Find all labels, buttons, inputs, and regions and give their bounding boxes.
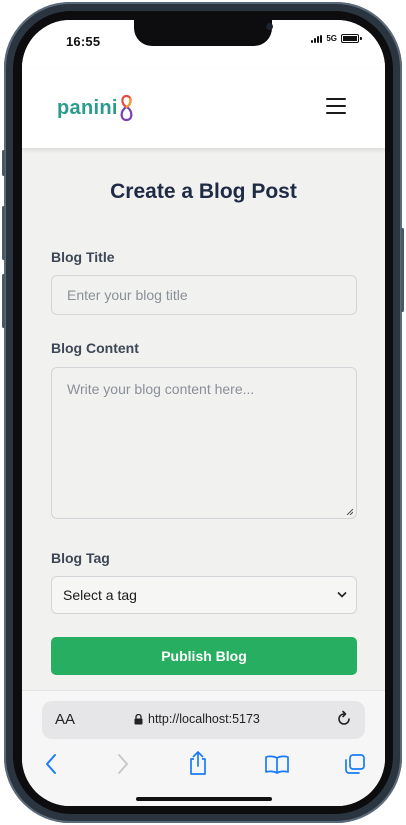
screen: 16:55 5G panini Create a Blog Post Blog … bbox=[22, 20, 385, 806]
battery-icon bbox=[341, 34, 362, 43]
bookmarks-icon[interactable] bbox=[264, 754, 290, 774]
url-text: http://localhost:5173 bbox=[148, 712, 260, 726]
power-button bbox=[401, 228, 404, 312]
camera-icon bbox=[266, 23, 273, 30]
tabs-icon[interactable] bbox=[344, 753, 366, 775]
reload-icon[interactable] bbox=[335, 710, 353, 728]
dynamic-island bbox=[134, 20, 273, 46]
site-header: panini bbox=[22, 68, 385, 148]
blog-title-label: Blog Title bbox=[51, 249, 115, 265]
browser-bar: AA http://localhost:5173 bbox=[22, 690, 385, 806]
text-size-button[interactable]: AA bbox=[55, 711, 75, 728]
publish-blog-button[interactable]: Publish Blog bbox=[51, 637, 357, 675]
lock-icon bbox=[134, 713, 143, 724]
blog-content-label: Blog Content bbox=[51, 340, 139, 356]
back-icon[interactable] bbox=[44, 753, 58, 775]
site-logo[interactable]: panini bbox=[57, 94, 134, 122]
signal-icon bbox=[311, 34, 323, 43]
volume-down-button bbox=[2, 274, 5, 328]
status-bar: 16:55 5G bbox=[22, 20, 385, 68]
blog-tag-selected: Select a tag bbox=[63, 587, 137, 603]
mute-switch bbox=[2, 150, 5, 176]
status-time: 16:55 bbox=[66, 34, 101, 49]
chevron-down-icon bbox=[337, 591, 347, 598]
status-indicators: 5G bbox=[311, 34, 362, 43]
blog-content-textarea[interactable]: Write your blog content here... bbox=[51, 367, 357, 519]
text-size-label: AA bbox=[55, 711, 76, 728]
forward-icon[interactable] bbox=[116, 753, 130, 775]
network-type: 5G bbox=[326, 34, 337, 43]
logo-text: panini bbox=[57, 97, 118, 119]
blog-title-input[interactable]: Enter your blog title bbox=[51, 275, 357, 315]
blog-content-placeholder: Write your blog content here... bbox=[67, 381, 255, 397]
address-bar[interactable]: AA http://localhost:5173 bbox=[42, 701, 365, 739]
resize-handle-icon[interactable] bbox=[346, 508, 353, 515]
page-title: Create a Blog Post bbox=[110, 180, 297, 203]
blog-tag-select[interactable]: Select a tag bbox=[51, 576, 357, 614]
share-icon[interactable] bbox=[188, 750, 208, 776]
hamburger-menu-icon[interactable] bbox=[326, 98, 346, 114]
logo-mark-icon bbox=[120, 94, 133, 122]
blog-tag-label: Blog Tag bbox=[51, 550, 110, 566]
home-indicator[interactable] bbox=[136, 797, 272, 801]
volume-up-button bbox=[2, 206, 5, 260]
url-display[interactable]: http://localhost:5173 bbox=[134, 712, 260, 726]
